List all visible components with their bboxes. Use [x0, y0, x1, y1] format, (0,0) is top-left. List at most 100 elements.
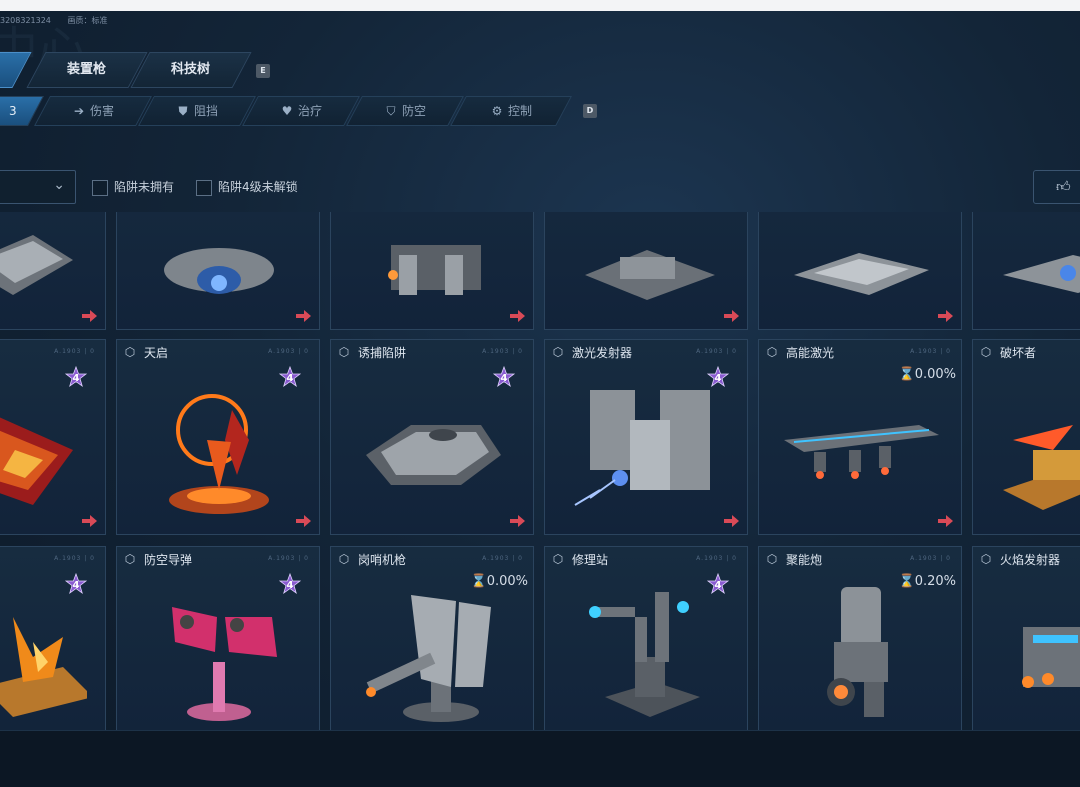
- trap-art: [0, 417, 73, 505]
- shield-icon: ⛊: [178, 104, 188, 118]
- filter-anti-air[interactable]: ⛉ 防空: [346, 96, 464, 126]
- trap-art: [585, 250, 715, 300]
- trap-art: [388, 245, 481, 295]
- cube-icon: ⬡: [552, 552, 564, 566]
- trap-card[interactable]: ⬡ A.1903 | 0 4: [0, 339, 106, 535]
- trap-code: A.1903 | 0: [268, 555, 309, 562]
- trap-code: A.1903 | 0: [482, 348, 523, 355]
- detail-arrow-icon[interactable]: [81, 515, 97, 527]
- trap-card[interactable]: ⬡ 岗哨机枪 A.1903 | 0 ⌛0.00%: [330, 546, 534, 732]
- tab-devices[interactable]: 装置枪: [26, 52, 148, 88]
- filter-heal[interactable]: ♥ 治疗: [242, 96, 360, 126]
- trap-name: 激光发射器: [572, 346, 633, 360]
- cube-icon: ⬡: [766, 552, 778, 566]
- cube-icon: ⬡: [980, 552, 992, 566]
- detail-arrow-icon[interactable]: [295, 515, 311, 527]
- trap-art: [574, 390, 710, 506]
- trap-card[interactable]: ⬡ 激光发射器 A.1903 | 0 4: [544, 339, 748, 535]
- trap-card[interactable]: ⬡ 诱捕陷阱 A.1903 | 0 4: [330, 339, 534, 535]
- trap-art: [366, 595, 491, 722]
- bottom-bar: [0, 730, 1080, 787]
- trap-code: A.1903 | 0: [54, 555, 95, 562]
- trap-card[interactable]: [972, 212, 1080, 330]
- tab-hotkey: E: [256, 64, 270, 78]
- info-line: 3208321324 画质：标准: [0, 15, 121, 27]
- trap-art: [164, 248, 274, 294]
- browser-top-strip: [0, 0, 1080, 11]
- trap-art: [1003, 425, 1080, 510]
- trap-name: 岗哨机枪: [358, 553, 407, 567]
- trap-card[interactable]: ⬡ 防空导弹 A.1903 | 0 4: [116, 546, 320, 732]
- cube-icon: ⬡: [124, 552, 136, 566]
- trap-art: [169, 394, 269, 514]
- trap-code: A.1903 | 0: [268, 348, 309, 355]
- trap-art: [1022, 627, 1080, 688]
- anti-air-shield-icon: ⛉: [386, 104, 396, 118]
- trap-name: 高能激光: [786, 346, 835, 360]
- trap-code: A.1903 | 0: [910, 555, 951, 562]
- checkbox-level4-locked[interactable]: 陷阱4级未解锁: [196, 178, 298, 196]
- trap-card[interactable]: ⬡ 塔 A.1903 | 0 4: [0, 546, 106, 732]
- trap-card[interactable]: [544, 212, 748, 330]
- detail-arrow-icon[interactable]: [723, 310, 739, 322]
- trap-name: 天启: [144, 346, 169, 360]
- cube-icon: ⬡: [552, 345, 564, 359]
- trap-art: [1003, 255, 1080, 293]
- trap-name: 破坏者: [1000, 346, 1037, 360]
- cube-icon: ⬡: [338, 552, 350, 566]
- cube-icon: ⬡: [766, 345, 778, 359]
- detail-arrow-icon[interactable]: [81, 310, 97, 322]
- trap-grid: ⬡ A.1903 | 0 4 ⬡ 天启 A.1903 | 0 4 ⬡ 诱捕陷阱 …: [0, 212, 1080, 732]
- detail-arrow-icon[interactable]: [509, 310, 525, 322]
- detail-arrow-icon[interactable]: [723, 515, 739, 527]
- trap-card[interactable]: [758, 212, 962, 330]
- trap-card[interactable]: [0, 212, 106, 330]
- trap-art: [784, 425, 939, 479]
- filter-hotkey: D: [583, 104, 597, 118]
- trap-card[interactable]: ⬡ 天启 A.1903 | 0 4: [116, 339, 320, 535]
- filter-damage[interactable]: ➔ 伤害: [34, 96, 152, 126]
- trap-card[interactable]: ⬡ 聚能炮 A.1903 | 0 ⌛0.20%: [758, 546, 962, 732]
- checkbox-label: 陷阱未拥有: [114, 180, 175, 194]
- checkbox-label: 陷阱4级未解锁: [218, 180, 298, 194]
- trap-name: 聚能炮: [786, 553, 823, 567]
- filter-control[interactable]: ⚙ 控制: [450, 96, 572, 126]
- damage-arrow-icon: ➔: [73, 104, 85, 118]
- chevron-down-icon: ⌄: [53, 177, 65, 193]
- trap-art: [0, 235, 73, 295]
- trap-art: [0, 617, 87, 717]
- cube-icon: ⬡: [338, 345, 350, 359]
- tab-tech-tree[interactable]: 科技树: [130, 52, 252, 88]
- trap-card[interactable]: [330, 212, 534, 330]
- cube-icon: ⬡: [980, 345, 992, 359]
- trap-name: 诱捕陷阱: [358, 346, 407, 360]
- trap-name: 修理站: [572, 553, 609, 567]
- checkbox-not-owned[interactable]: 陷阱未拥有: [92, 178, 174, 196]
- sort-dropdown[interactable]: ⌄: [0, 170, 76, 204]
- gear-icon: ⚙: [491, 104, 503, 118]
- trap-art: [366, 425, 501, 485]
- trap-code: A.1903 | 0: [910, 348, 951, 355]
- trap-card[interactable]: ⬡ 高能激光 A.1903 | 0 ⌛0.00%: [758, 339, 962, 535]
- like-button[interactable]: 👍︎: [1033, 170, 1080, 204]
- filter-block[interactable]: ⛊ 阻挡: [138, 96, 256, 126]
- cube-icon: ⬡: [124, 345, 136, 359]
- detail-arrow-icon[interactable]: [509, 515, 525, 527]
- tab-traps[interactable]: [0, 52, 32, 88]
- trap-name: 防空导弹: [144, 553, 193, 567]
- trap-card[interactable]: ⬡ 修理站 A.1903 | 0 4: [544, 546, 748, 732]
- player-id: 3208321324: [0, 16, 51, 25]
- heart-icon: ♥: [281, 104, 293, 118]
- trap-card[interactable]: ⬡ 破坏者: [972, 339, 1080, 535]
- detail-arrow-icon[interactable]: [295, 310, 311, 322]
- detail-arrow-icon[interactable]: [937, 310, 953, 322]
- checkbox-box[interactable]: [196, 179, 212, 196]
- trap-name: 火焰发射器: [1000, 553, 1061, 567]
- trap-card[interactable]: ⬡ 火焰发射器: [972, 546, 1080, 732]
- trap-art: [827, 587, 888, 717]
- checkbox-box[interactable]: [92, 179, 108, 196]
- thumbs-up-icon: 👍︎: [1056, 179, 1071, 195]
- detail-arrow-icon[interactable]: [937, 515, 953, 527]
- trap-code: A.1903 | 0: [54, 348, 95, 355]
- trap-card[interactable]: [116, 212, 320, 330]
